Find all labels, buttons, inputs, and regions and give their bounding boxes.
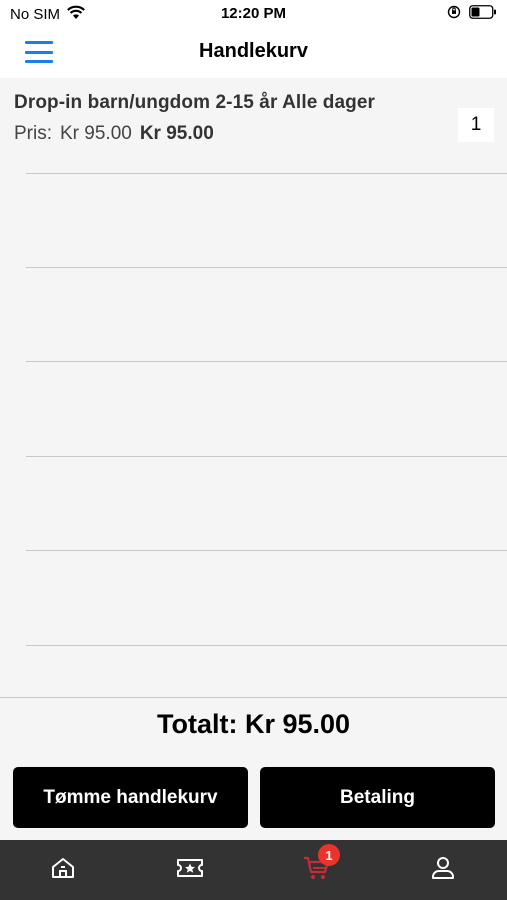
tab-home[interactable] [0,840,126,900]
page-title: Handlekurv [199,40,308,62]
quantity-field[interactable]: 1 [458,108,494,142]
cart-badge: 1 [318,844,340,866]
cart-item: Drop-in barn/ungdom 2-15 år Alle dager P… [0,78,507,158]
status-bar: No SIM 12:20 PM [0,0,507,28]
row-divider [26,361,507,362]
tab-tickets[interactable] [127,840,253,900]
item-price-row: Pris: Kr 95.00 Kr 95.00 [14,123,214,145]
unit-price: Kr 95.00 [60,123,132,144]
battery-icon [469,5,497,24]
status-right [447,5,497,24]
nav-bar: Handlekurv [0,28,507,78]
cart-total: Totalt: Kr 95.00 [156,709,351,739]
home-icon [50,856,76,885]
tab-bar: 1 [0,840,507,900]
summary-divider [0,697,507,698]
tab-profile[interactable] [380,840,506,900]
row-divider [26,267,507,268]
status-time: 12:20 PM [220,5,287,22]
tab-cart[interactable]: 1 [253,840,379,900]
row-divider [26,456,507,457]
cart-list: Drop-in barn/ungdom 2-15 år Alle dager P… [0,78,507,698]
row-divider [26,550,507,551]
profile-icon [430,855,456,886]
row-divider [26,645,507,646]
orientation-lock-icon [447,5,461,24]
line-total: Kr 95.00 [139,123,214,144]
row-divider [26,173,507,174]
checkout-button[interactable]: Betaling [260,767,495,828]
item-name: Drop-in barn/ungdom 2-15 år Alle dager [14,92,375,113]
clear-cart-button[interactable]: Tømme handlekurv [13,767,248,828]
ticket-icon [176,857,204,884]
price-label: Pris: [14,123,52,144]
